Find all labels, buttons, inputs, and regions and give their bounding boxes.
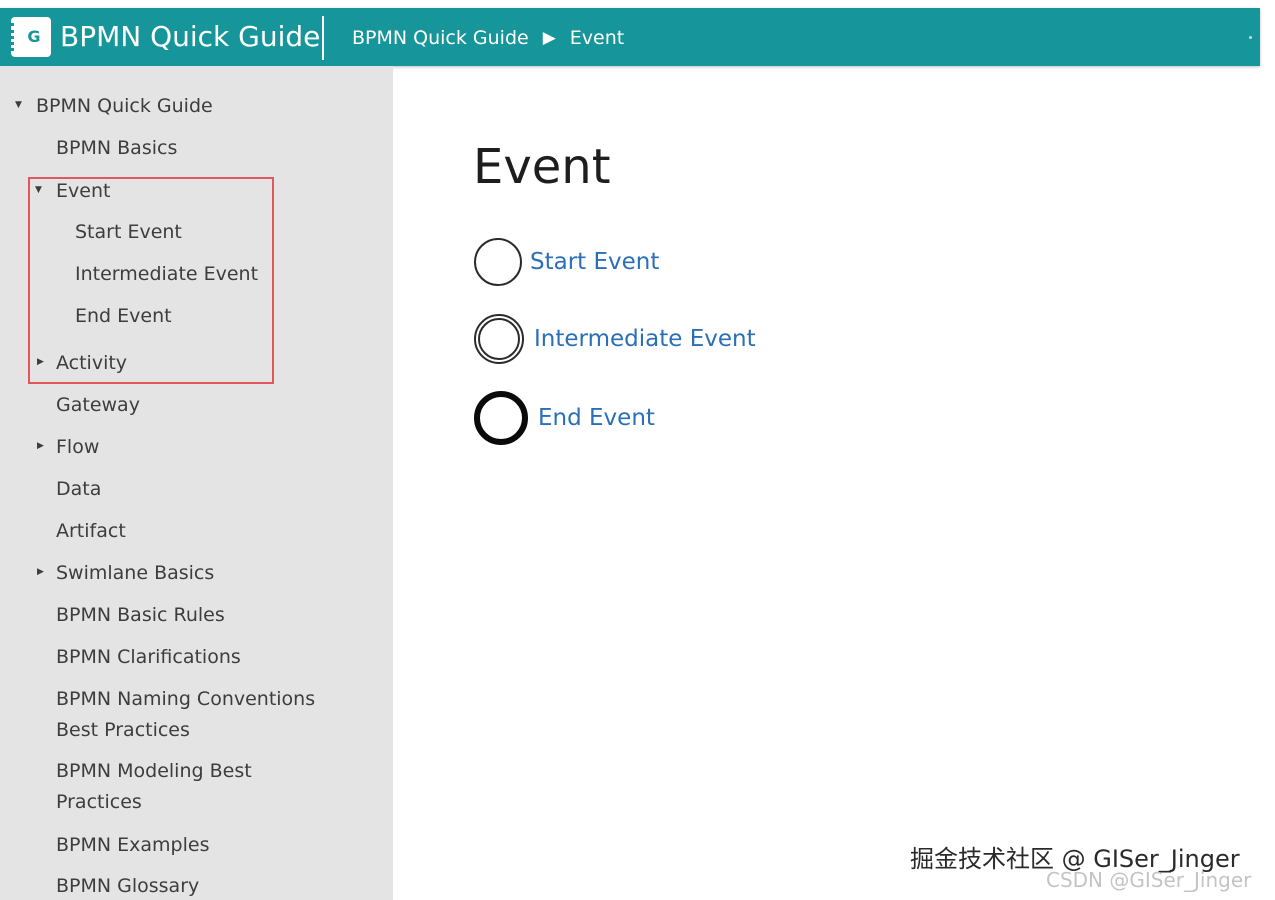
nav-item-data[interactable]: Data [56, 477, 101, 501]
nav-item-artifact[interactable]: Artifact [56, 519, 126, 543]
nav-item-bpmn-basics[interactable]: BPMN Basics [56, 136, 177, 160]
nav-item-swimlane-basics[interactable]: Swimlane Basics [56, 561, 214, 585]
watermark-csdn: CSDN @GISer_Jinger [1046, 868, 1252, 892]
end-event-thick-circle-icon [474, 391, 528, 445]
end-event-link[interactable]: End Event [538, 405, 655, 431]
nav-item-bpmn-naming-conventions[interactable]: BPMN Naming Conventions Best Practices [56, 684, 356, 746]
breadcrumb-current: Event [569, 27, 625, 49]
intermediate-event-link[interactable]: Intermediate Event [534, 326, 756, 352]
nav-item-bpmn-examples[interactable]: BPMN Examples [56, 833, 209, 857]
nav-item-bpmn-basic-rules[interactable]: BPMN Basic Rules [56, 603, 225, 627]
event-row-intermediate: Intermediate Event [474, 314, 756, 364]
start-event-link[interactable]: Start Event [530, 249, 659, 275]
intermediate-event-double-circle-icon [474, 314, 524, 364]
header-corner-dot [1249, 36, 1252, 39]
notebook-spiral-icon [11, 23, 18, 51]
nav-item-flow[interactable]: Flow [56, 435, 99, 459]
nav-item-bpmn-clarifications[interactable]: BPMN Clarifications [56, 645, 241, 669]
app-logo[interactable]: G [11, 17, 51, 57]
header-divider [322, 16, 324, 60]
breadcrumb-separator-icon: ▶ [542, 28, 556, 48]
nav-item-bpmn-glossary[interactable]: BPMN Glossary [56, 874, 199, 898]
caret-right-icon[interactable]: ▶ [37, 560, 44, 584]
nav-item-bpmn-quick-guide[interactable]: BPMN Quick Guide [36, 94, 213, 118]
caret-right-icon[interactable]: ▶ [37, 434, 44, 458]
nav-item-bpmn-modeling-best-practices[interactable]: BPMN Modeling Best Practices [56, 756, 296, 818]
top-bar: G BPMN Quick Guide BPMN Quick Guide ▶ Ev… [0, 8, 1260, 66]
event-row-end: End Event [474, 391, 655, 445]
highlight-box [28, 177, 274, 384]
caret-down-icon[interactable]: ▼ [15, 93, 22, 117]
start-event-circle-icon [474, 238, 522, 286]
page-title: Event [473, 139, 611, 195]
nav-item-gateway[interactable]: Gateway [56, 393, 140, 417]
breadcrumb: BPMN Quick Guide ▶ Event [352, 26, 624, 50]
app-title[interactable]: BPMN Quick Guide [60, 20, 320, 54]
breadcrumb-root[interactable]: BPMN Quick Guide [352, 27, 529, 49]
logo-letter: G [27, 27, 41, 46]
event-row-start: Start Event [474, 238, 659, 286]
